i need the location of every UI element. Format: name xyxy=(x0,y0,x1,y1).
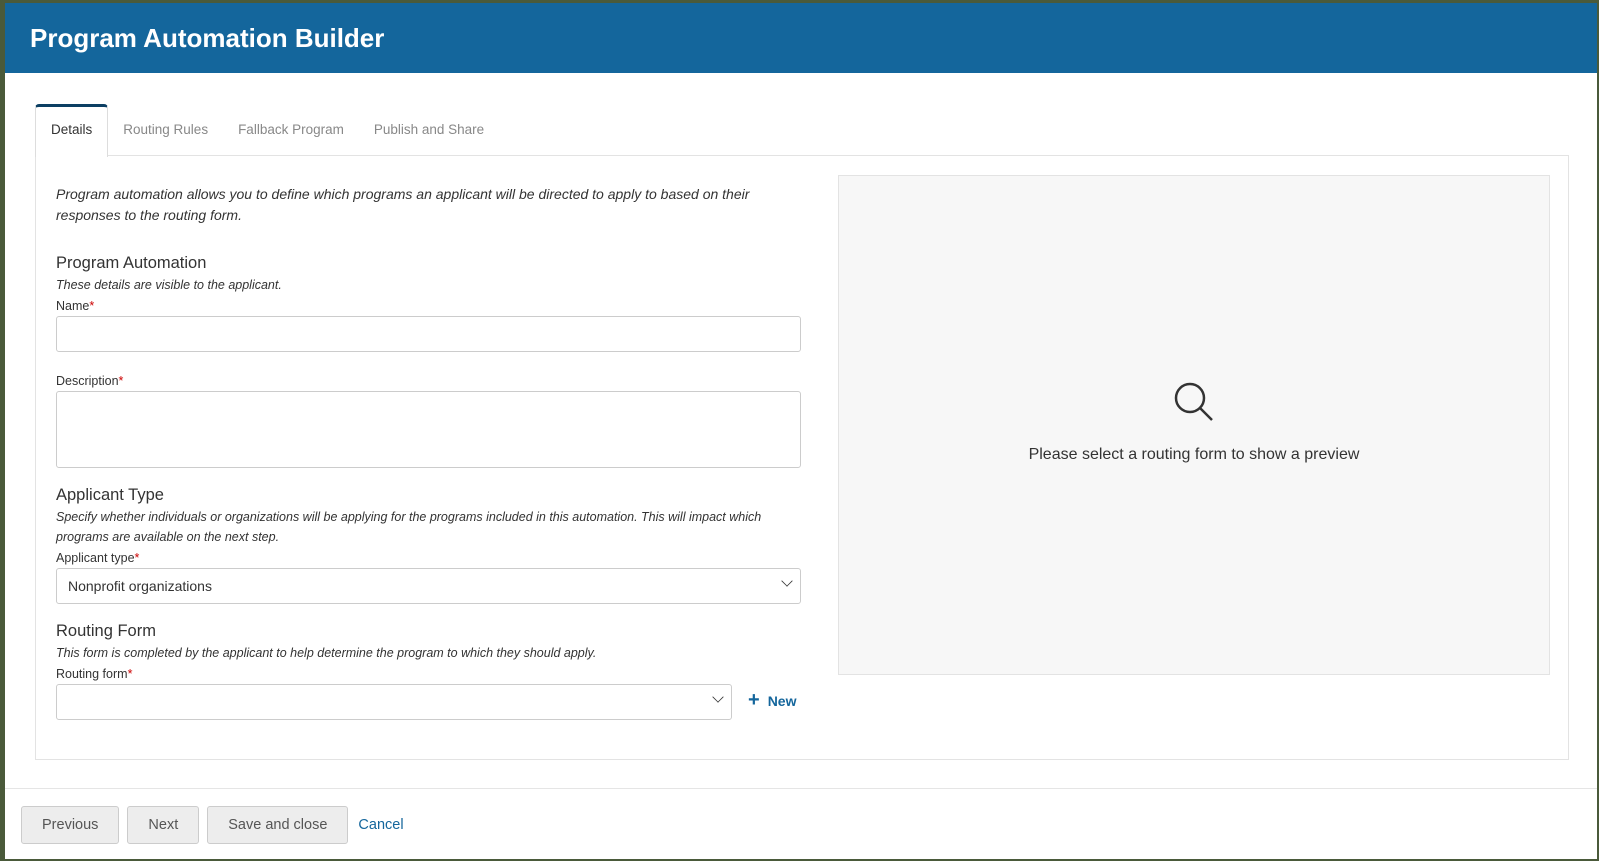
routing-form-row: + New xyxy=(56,681,801,720)
preview-panel: Please select a routing form to show a p… xyxy=(838,175,1550,675)
dialog-window: Program Automation Builder Details Routi… xyxy=(5,3,1597,859)
required-mark: * xyxy=(89,299,95,313)
chevron-down-icon xyxy=(712,691,724,703)
section-subtitle: This form is completed by the applicant … xyxy=(56,646,597,660)
applicant-type-select[interactable]: Nonprofit organizations xyxy=(56,568,801,604)
label-text: Name xyxy=(56,299,90,313)
new-label: New xyxy=(767,692,797,709)
footer-divider xyxy=(5,788,1597,789)
tab-bar: Details Routing Rules Fallback Program P… xyxy=(35,104,499,157)
search-icon xyxy=(1174,382,1213,421)
section-subtitle: These details are visible to the applica… xyxy=(56,278,282,292)
label-text: Routing form xyxy=(56,667,128,681)
section-title: Applicant Type xyxy=(56,486,164,504)
next-button[interactable]: Next xyxy=(127,806,200,844)
routing-form-select[interactable] xyxy=(56,684,732,720)
intro-text: Program automation allows you to define … xyxy=(56,186,750,223)
applicant-type-label: Applicant type* xyxy=(56,551,801,565)
preview-message: Please select a routing form to show a p… xyxy=(1028,446,1360,463)
section-title: Program Automation xyxy=(56,254,207,272)
required-mark: * xyxy=(127,667,133,681)
name-label: Name* xyxy=(56,299,801,313)
tab-details[interactable]: Details xyxy=(35,104,109,157)
section-subtitle: Specify whether individuals or organizat… xyxy=(56,510,762,544)
label-text: Description xyxy=(56,374,119,388)
details-panel: Program automation allows you to define … xyxy=(35,155,1569,760)
label-text: Applicant type xyxy=(56,551,135,565)
tab-publish-and-share[interactable]: Publish and Share xyxy=(359,104,499,156)
description-label: Description* xyxy=(56,374,801,388)
name-field[interactable] xyxy=(56,316,801,352)
description-field[interactable] xyxy=(56,391,801,468)
plus-icon: + xyxy=(748,689,760,711)
previous-button[interactable]: Previous xyxy=(21,806,120,844)
cancel-link[interactable]: Cancel xyxy=(358,817,403,833)
routing-form-label: Routing form* xyxy=(56,667,801,681)
tab-routing-rules[interactable]: Routing Rules xyxy=(108,104,223,156)
chevron-down-icon xyxy=(781,575,793,587)
page-title: Program Automation Builder xyxy=(5,3,1597,73)
section-title: Routing Form xyxy=(56,622,156,640)
required-mark: * xyxy=(134,551,140,565)
footer-actions: Previous Next Save and close Cancel xyxy=(21,806,404,844)
selected-value: Nonprofit organizations xyxy=(68,578,212,594)
new-routing-form-button[interactable]: + New xyxy=(748,689,796,712)
details-form: Program automation allows you to define … xyxy=(56,156,801,720)
required-mark: * xyxy=(118,374,124,388)
tab-fallback-program[interactable]: Fallback Program xyxy=(223,104,359,156)
save-and-close-button[interactable]: Save and close xyxy=(207,806,349,844)
